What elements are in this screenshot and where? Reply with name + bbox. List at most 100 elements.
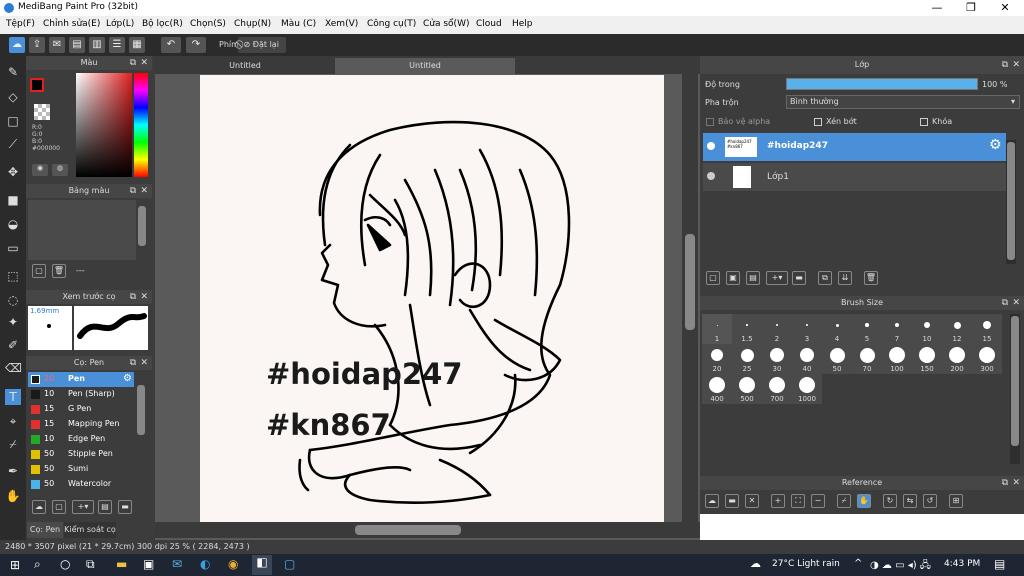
layer-item[interactable]: #hoidap247 #kn867 #hoidap247 ⚙ xyxy=(703,133,1006,161)
layer-folder-icon[interactable]: ▬ xyxy=(792,271,806,285)
add-layer-menu-icon[interactable]: +▾ xyxy=(766,271,788,285)
transparent-swatch[interactable] xyxy=(34,104,50,120)
brush-folder-icon[interactable]: ▬ xyxy=(118,500,132,514)
reference-cloud-icon[interactable]: ☁ xyxy=(705,494,719,508)
brush-size-cell[interactable]: 4 xyxy=(822,314,852,344)
select-rect-tool-icon[interactable]: ⬚ xyxy=(5,268,21,284)
brush-item[interactable]: 15 G Pen xyxy=(28,402,134,417)
new-brush-icon[interactable]: ▢ xyxy=(52,500,66,514)
brush-size-cell[interactable]: 40 xyxy=(792,344,822,374)
minimize-button[interactable]: — xyxy=(920,0,954,16)
windows-start-icon[interactable]: ⊞ xyxy=(10,558,20,572)
brush-item[interactable]: 50 Stipple Pen xyxy=(28,447,134,462)
comment-icon[interactable]: ✉ xyxy=(49,37,65,53)
close-icon[interactable]: ✕ xyxy=(1012,296,1020,310)
hscroll-thumb[interactable] xyxy=(355,525,461,535)
chat-icon[interactable]: ▤ xyxy=(69,37,85,53)
palette-scrollbar[interactable] xyxy=(138,206,146,246)
gear-icon[interactable]: ⚙ xyxy=(989,137,1002,153)
reference-close-icon[interactable]: ✕ xyxy=(745,494,759,508)
brush-size-cell[interactable]: 1 xyxy=(702,314,732,344)
chrome-icon[interactable]: ◉ xyxy=(228,557,238,571)
brush-size-cell[interactable]: 12 xyxy=(942,314,972,344)
close-icon[interactable]: ✕ xyxy=(1012,56,1020,74)
brush-item[interactable]: 10 Edge Pen xyxy=(28,432,134,447)
task-view-icon[interactable]: ⧉ xyxy=(86,557,95,572)
brush-size-cell[interactable]: 500 xyxy=(732,374,762,404)
vscroll-thumb[interactable] xyxy=(685,234,695,330)
opacity-slider[interactable] xyxy=(786,78,978,90)
brush-size-cell[interactable]: 10 xyxy=(912,314,942,344)
list-icon[interactable]: ☰ xyxy=(109,37,125,53)
medibang-taskbar-icon[interactable]: ◧ xyxy=(252,555,272,575)
menu-filter[interactable]: Bộ lọc(R) xyxy=(142,19,183,29)
foreground-color-swatch[interactable] xyxy=(30,78,44,92)
brush-size-cell[interactable]: 5 xyxy=(852,314,882,344)
menu-cloud[interactable]: Cloud xyxy=(476,19,502,29)
brush-size-cell[interactable]: 100 xyxy=(882,344,912,374)
drawing-canvas[interactable]: #hoidap247 #kn867 xyxy=(200,75,664,522)
brush-item[interactable]: 10 Pen (Sharp) xyxy=(28,387,134,402)
brush-size-cell[interactable]: 3 xyxy=(792,314,822,344)
undock-icon[interactable]: ⧉ xyxy=(130,290,136,304)
zalo-icon[interactable]: ▢ xyxy=(284,557,295,571)
brush-size-cell[interactable]: 1.5 xyxy=(732,314,762,344)
layer-scroll-thumb[interactable] xyxy=(1007,142,1015,260)
lock-checkbox[interactable]: Khóa xyxy=(920,117,952,126)
fill-rect-tool-icon[interactable]: ■ xyxy=(5,192,21,208)
close-icon[interactable]: ✕ xyxy=(140,56,148,70)
brush-size-cell[interactable]: 50 xyxy=(822,344,852,374)
brush-size-scroll-track[interactable] xyxy=(1010,314,1020,464)
tab-brush[interactable]: Cọ: Pen xyxy=(27,522,63,538)
duplicate-layer-icon[interactable]: ⧉ xyxy=(818,271,832,285)
canvas-vscroll[interactable] xyxy=(682,74,698,522)
brush-tool-icon[interactable]: ✎ xyxy=(5,64,21,80)
pin-icon[interactable]: ⊞ xyxy=(949,494,963,508)
undock-icon[interactable]: ⧉ xyxy=(130,356,136,370)
eye-icon[interactable] xyxy=(707,172,715,180)
delete-layer-icon[interactable]: 🗑 xyxy=(864,271,878,285)
menu-color[interactable]: Màu (C) xyxy=(281,19,316,29)
brush-size-cell[interactable]: 1000 xyxy=(792,374,822,404)
store-icon[interactable]: ▣ xyxy=(143,557,154,571)
menu-capture[interactable]: Chụp(N) xyxy=(234,19,271,29)
new-palette-icon[interactable]: ▢ xyxy=(32,264,46,278)
lasso-tool-icon[interactable]: ◌ xyxy=(5,292,21,308)
gear-icon[interactable]: ⚙ xyxy=(123,373,132,384)
menu-tools[interactable]: Công cụ(T) xyxy=(367,19,416,29)
hand-tool-icon[interactable]: ✋ xyxy=(5,488,21,504)
file-explorer-icon[interactable]: ▬ xyxy=(116,557,127,571)
brush-list-scrollbar[interactable] xyxy=(137,385,145,435)
bucket-tool-icon[interactable]: ◒ xyxy=(5,216,21,232)
canvas-tab-2[interactable]: Untitled xyxy=(335,58,515,74)
select-pen-tool-icon[interactable]: ✐ xyxy=(5,337,21,353)
eyedropper-icon[interactable]: ⌿ xyxy=(837,494,851,508)
add-brush-icon[interactable]: +▾ xyxy=(72,500,94,514)
pen-line-tool-icon[interactable]: ⟋ xyxy=(5,136,21,152)
close-icon[interactable]: ✕ xyxy=(1012,476,1020,490)
menu-edit[interactable]: Chỉnh sửa(E) xyxy=(43,19,100,29)
select-eraser-tool-icon[interactable]: ⌫ xyxy=(5,360,22,376)
menu-select[interactable]: Chọn(S) xyxy=(190,19,226,29)
brush-size-cell[interactable]: 20 xyxy=(702,344,732,374)
undock-icon[interactable]: ⧉ xyxy=(130,184,136,198)
redo-icon[interactable]: ↷ xyxy=(186,37,206,53)
cloud-icon[interactable]: ☁ xyxy=(9,37,25,53)
brush-size-cell[interactable]: 300 xyxy=(972,344,1002,374)
brush-settings-icon[interactable]: ▤ xyxy=(98,500,112,514)
eyedropper-tool-icon[interactable]: ⌿ xyxy=(5,436,21,452)
brush-cloud-icon[interactable]: ☁ xyxy=(32,500,46,514)
brush-size-cell[interactable]: 7 xyxy=(882,314,912,344)
chevron-up-icon[interactable]: ^ xyxy=(854,558,862,569)
zoom-in-icon[interactable]: + xyxy=(771,494,785,508)
dropper-tool-icon[interactable]: ✒ xyxy=(5,463,21,479)
hue-slider[interactable] xyxy=(134,73,148,177)
reset-view-icon[interactable]: ↺ xyxy=(923,494,937,508)
brush-item[interactable]: 20 Pen ⚙ xyxy=(28,372,134,387)
flip-icon[interactable]: ⇆ xyxy=(903,494,917,508)
move-tool-icon[interactable]: ✥ xyxy=(5,164,21,180)
brush-size-scroll-thumb[interactable] xyxy=(1011,316,1019,446)
fit-icon[interactable]: ⛶ xyxy=(791,494,805,508)
close-button[interactable]: ✕ xyxy=(988,0,1022,16)
close-icon[interactable]: ✕ xyxy=(140,290,148,304)
